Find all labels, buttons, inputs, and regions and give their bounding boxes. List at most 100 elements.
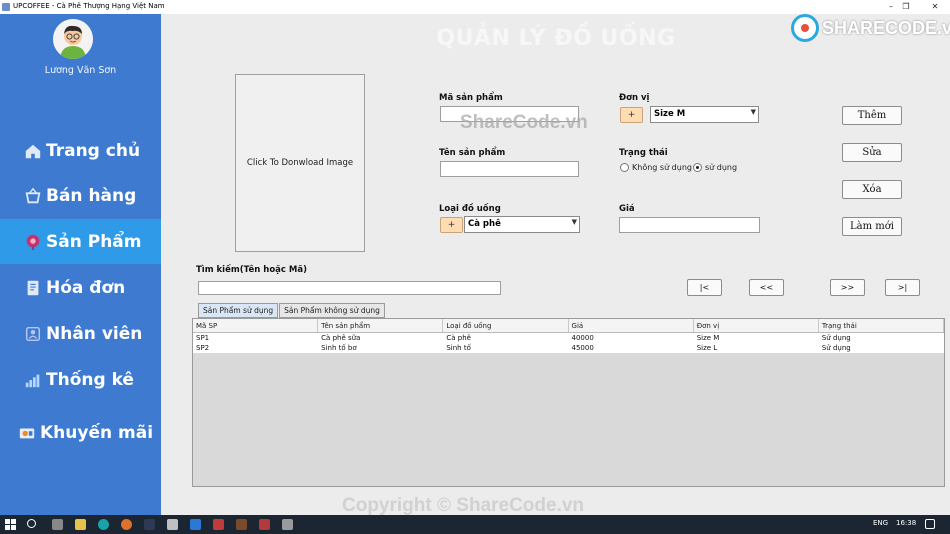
- product-name-label: Tên sản phẩm: [439, 148, 506, 158]
- add-button[interactable]: Thêm: [842, 106, 902, 125]
- chart-icon: [23, 370, 43, 390]
- first-page-button[interactable]: |<: [687, 279, 722, 296]
- table-header: Mã SP Tên sản phẩm Loại đồ uống Giá Đơn …: [193, 319, 945, 333]
- upcoffee-app-icon[interactable]: [282, 519, 293, 530]
- watermark: ShareCode.vn: [460, 112, 588, 133]
- app-icon[interactable]: [213, 519, 224, 530]
- page-title: QUẢN LÝ ĐỒ UỐNG: [436, 26, 676, 51]
- tab-products-in-use[interactable]: Sản Phẩm sử dụng: [198, 303, 279, 318]
- windows-start-icon[interactable]: [5, 519, 16, 530]
- table-cell: Sử dụng: [821, 334, 851, 342]
- task-view-icon[interactable]: [52, 519, 63, 530]
- status-label: Trạng thái: [619, 148, 668, 158]
- table-cell: SP2: [196, 344, 210, 352]
- add-unit-button[interactable]: +: [620, 107, 643, 123]
- employee-icon: [23, 324, 43, 344]
- product-image-upload[interactable]: Click To Donwload Image: [235, 74, 365, 252]
- java-icon[interactable]: [259, 519, 270, 530]
- sidebar-item-statistics[interactable]: Thống kê: [0, 357, 161, 402]
- restore-icon[interactable]: ❐: [899, 1, 913, 13]
- taskbar: ENG 16:38: [0, 515, 950, 534]
- invoice-icon: [23, 278, 43, 298]
- sharecode-logo-icon: [791, 14, 819, 42]
- photoshop-icon[interactable]: [144, 519, 155, 530]
- edge-icon[interactable]: [98, 519, 109, 530]
- sidebar-item-label: Sản Phẩm: [46, 231, 142, 252]
- sidebar: Lương Văn Sơn Trang chủ Bán hàng Sản Phẩ…: [0, 14, 161, 515]
- sidebar-item-invoices[interactable]: Hóa đơn: [0, 265, 161, 310]
- status-radio-unused[interactable]: Không sử dụng: [620, 163, 692, 172]
- column-header[interactable]: Giá: [569, 319, 694, 332]
- delete-button[interactable]: Xóa: [842, 180, 902, 199]
- file-explorer-icon[interactable]: [75, 519, 86, 530]
- user-name: Lương Văn Sơn: [44, 65, 117, 76]
- unit-label: Đơn vị: [619, 93, 650, 103]
- home-icon: [23, 141, 43, 161]
- table-cell: Sử dụng: [821, 344, 851, 352]
- product-code-label: Mã sản phẩm: [439, 93, 503, 103]
- last-page-button[interactable]: >|: [885, 279, 920, 296]
- sidebar-item-label: Thống kê: [46, 369, 134, 390]
- language-indicator[interactable]: ENG: [873, 519, 888, 527]
- column-header[interactable]: Tên sản phẩm: [318, 319, 444, 332]
- column-header[interactable]: Đơn vị: [694, 319, 819, 332]
- next-page-button[interactable]: >>: [830, 279, 865, 296]
- sidebar-item-label: Bán hàng: [46, 185, 137, 206]
- price-input[interactable]: [619, 217, 760, 233]
- radio-icon: [620, 163, 629, 172]
- brand-logo: SHARECODE.vn: [791, 14, 950, 42]
- browser-icon[interactable]: [121, 519, 132, 530]
- product-name-input[interactable]: [440, 161, 579, 177]
- app-icon[interactable]: [236, 519, 247, 530]
- sidebar-item-sales[interactable]: Bán hàng: [0, 173, 161, 218]
- column-header[interactable]: Loại đồ uống: [443, 319, 569, 332]
- radio-checked-icon: [693, 163, 702, 172]
- refresh-button[interactable]: Làm mới: [842, 217, 902, 236]
- drink-type-select[interactable]: Cà phê ▼: [464, 216, 580, 233]
- table-cell: SP1: [196, 334, 210, 342]
- sidebar-item-employees[interactable]: Nhân viên: [0, 311, 161, 356]
- window-title-bar: UPCOFFEE - Cà Phê Thượng Hạng Việt Nam –…: [0, 0, 950, 14]
- tab-products-not-in-use[interactable]: Sản Phẩm không sử dụng: [279, 303, 385, 318]
- table-cell: 40000: [571, 334, 594, 342]
- table-cell: Cà phê: [446, 334, 471, 342]
- unit-select[interactable]: Size M ▼: [650, 106, 759, 123]
- promotion-icon: [17, 423, 37, 443]
- search-input[interactable]: [198, 281, 501, 295]
- basket-icon: [23, 186, 43, 206]
- notification-icon[interactable]: [925, 519, 935, 529]
- sidebar-item-products[interactable]: Sản Phẩm: [0, 219, 161, 264]
- column-header[interactable]: Trạng thái: [819, 319, 945, 332]
- search-icon[interactable]: [27, 519, 36, 528]
- clock[interactable]: 16:38: [896, 519, 916, 527]
- drink-type-label: Loại đồ uống: [439, 204, 501, 214]
- product-icon: [23, 232, 43, 252]
- status-radio-used[interactable]: sử dụng: [693, 163, 737, 172]
- table-cell: Sinh tố bơ: [321, 344, 357, 352]
- vscode-icon[interactable]: [190, 519, 201, 530]
- chevron-down-icon: ▼: [750, 108, 756, 116]
- product-management-panel: QUẢN LÝ ĐỒ UỐNG SHARECODE.vn Click To Do…: [161, 14, 950, 515]
- app-icon: [2, 3, 10, 11]
- table-row[interactable]: SP1 Cà phê sữa Cà phê 40000 Size M Sử dụ…: [193, 333, 944, 343]
- previous-page-button[interactable]: <<: [749, 279, 784, 296]
- table-cell: 45000: [571, 344, 594, 352]
- table-cell: Size M: [696, 334, 720, 342]
- minimize-icon[interactable]: –: [884, 1, 898, 13]
- sidebar-item-label: Nhân viên: [46, 323, 143, 344]
- product-table: Mã SP Tên sản phẩm Loại đồ uống Giá Đơn …: [192, 318, 945, 487]
- sidebar-item-home[interactable]: Trang chủ: [0, 128, 161, 173]
- table-cell: Size L: [696, 344, 718, 352]
- column-header[interactable]: Mã SP: [193, 319, 319, 332]
- table-row[interactable]: SP2 Sinh tố bơ Sinh tố 45000 Size L Sử d…: [193, 343, 944, 353]
- table-cell: Sinh tố: [446, 344, 471, 352]
- sidebar-item-promotions[interactable]: Khuyến mãi: [0, 410, 161, 455]
- close-icon[interactable]: ✕: [928, 1, 942, 13]
- sidebar-item-label: Khuyến mãi: [40, 422, 154, 443]
- edit-button[interactable]: Sửa: [842, 143, 902, 162]
- product-tabs: Sản Phẩm sử dụng Sản Phẩm không sử dụng: [198, 303, 386, 318]
- add-drink-type-button[interactable]: +: [440, 217, 463, 233]
- table-cell: Cà phê sữa: [321, 334, 361, 342]
- search-label: Tìm kiếm(Tên hoặc Mã): [196, 265, 307, 275]
- app-icon[interactable]: [167, 519, 178, 530]
